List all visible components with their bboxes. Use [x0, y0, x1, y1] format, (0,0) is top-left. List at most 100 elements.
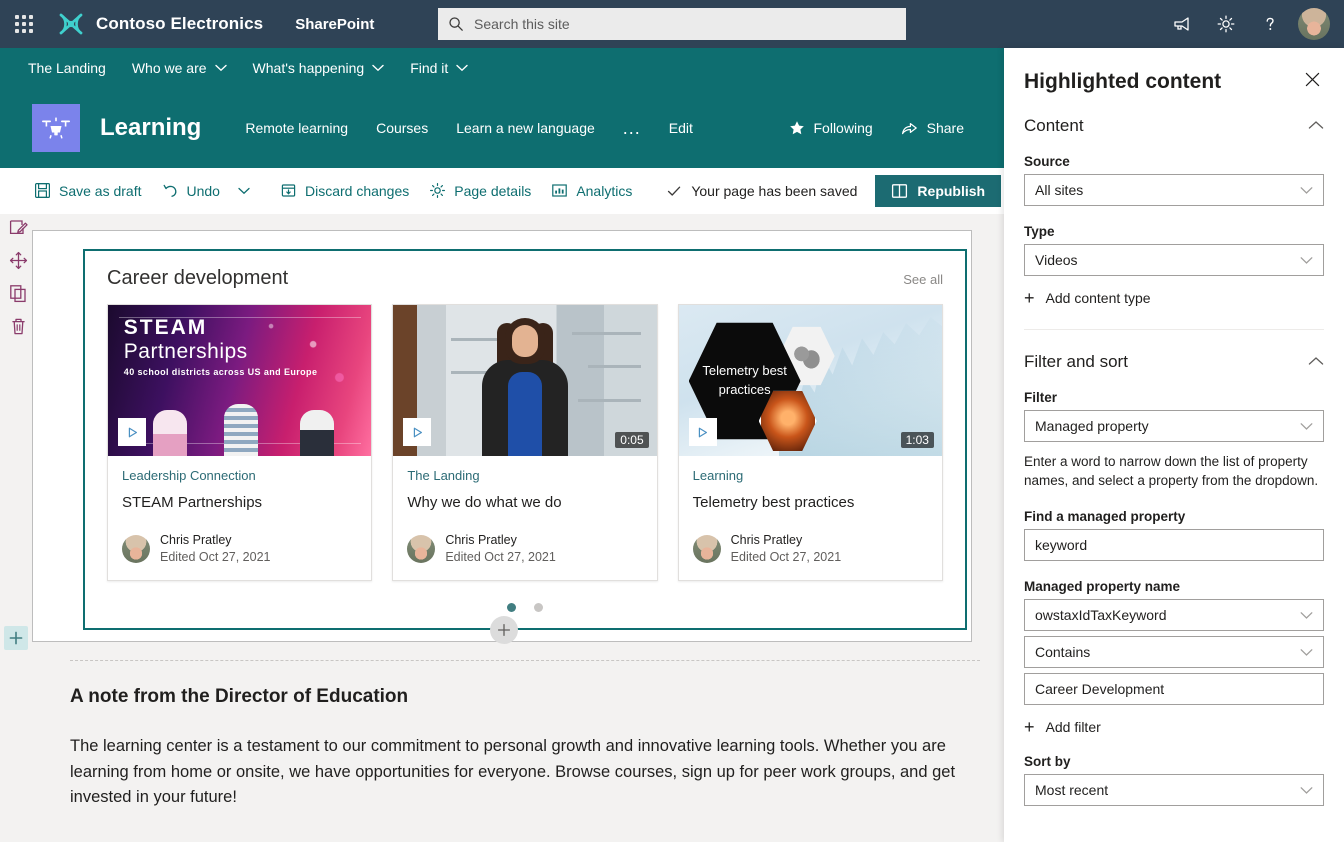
hubnav-item-find-it[interactable]: Find it [410, 60, 469, 76]
find-managed-property-input[interactable] [1035, 536, 1313, 553]
avatar[interactable] [1298, 8, 1330, 40]
card-title: Telemetry best practices [692, 494, 855, 511]
following-button[interactable]: Following [789, 120, 873, 136]
share-label: Share [926, 120, 964, 136]
site-logo-drone-icon[interactable] [32, 104, 80, 152]
card-thumbnail[interactable]: Telemetry best practices 1:03 [678, 305, 942, 456]
sitenav-item-remote-learning[interactable]: Remote learning [245, 120, 348, 136]
hubnav-item-whats-happening[interactable]: What's happening [253, 60, 385, 76]
card-footer: Chris Pratley Edited Oct 27, 2021 [393, 532, 656, 580]
source-dropdown[interactable]: All sites [1024, 174, 1324, 206]
chevron-up-icon[interactable] [1308, 353, 1324, 371]
type-dropdown[interactable]: Videos [1024, 244, 1324, 276]
duplicate-icon[interactable] [9, 284, 28, 303]
undo-label: Undo [186, 182, 220, 199]
gear-icon[interactable] [1204, 0, 1248, 48]
card-author: Chris Pratley [730, 533, 803, 547]
sitenav-item-learn-a-new-language[interactable]: Learn a new language [456, 120, 595, 136]
megaphone-icon[interactable] [1160, 0, 1204, 48]
chevron-down-icon [1300, 607, 1313, 623]
save-status: Your page has been saved [666, 183, 857, 199]
text-webpart-heading: A note from the Director of Education [70, 686, 409, 707]
help-icon[interactable] [1248, 0, 1292, 48]
undo-dropdown-chevron-icon[interactable] [232, 181, 256, 201]
add-section-button[interactable] [4, 626, 28, 650]
hubnav-label: What's happening [252, 60, 365, 76]
delete-icon[interactable] [9, 317, 28, 336]
move-icon[interactable] [9, 251, 28, 270]
filter-value-input[interactable] [1035, 680, 1313, 697]
sitenav-item-courses[interactable]: Courses [376, 120, 428, 136]
add-filter-button[interactable]: + Add filter [1024, 718, 1324, 736]
see-all-link[interactable]: See all [903, 272, 943, 287]
close-icon[interactable] [1301, 70, 1324, 89]
play-icon[interactable] [688, 418, 717, 446]
chevron-down-icon [372, 64, 384, 72]
text-webpart[interactable]: A note from the Director of Education Th… [70, 686, 970, 811]
sitenav-overflow-icon[interactable]: ... [623, 119, 641, 137]
pane-section-filter-and-sort[interactable]: Filter and sort [1024, 352, 1324, 372]
card-site-name[interactable]: The Landing [407, 468, 642, 483]
hubnav-label: The Landing [28, 60, 106, 76]
search-icon [448, 16, 464, 32]
command-bar: Save as draft Undo Discard changes Page … [0, 168, 1038, 214]
hubnav-item-the-landing[interactable]: The Landing [28, 60, 106, 76]
card-site-name[interactable]: Learning [693, 468, 928, 483]
filter-operator-dropdown[interactable]: Contains [1024, 635, 1324, 668]
pager-dot-2[interactable] [534, 602, 543, 612]
content-card[interactable]: 0:05 The Landing Why we do what we do Ch… [392, 304, 658, 581]
card-author: Chris Pratley [445, 533, 517, 547]
card-site-name[interactable]: Leadership Connection [122, 468, 357, 483]
card-body: The Landing Why we do what we do [393, 456, 656, 532]
page-details-label: Page details [454, 182, 532, 199]
sort-by-dropdown[interactable]: Most recent [1024, 773, 1324, 806]
search-input[interactable] [474, 16, 896, 32]
hub-navigation: The Landing Who we are What's happening … [0, 48, 1004, 88]
filter-value-field[interactable] [1024, 672, 1324, 705]
pane-section-content[interactable]: Content [1024, 116, 1324, 136]
page-title[interactable]: Learning [100, 114, 201, 142]
thumbnail-line2: Partnerships [123, 339, 248, 363]
suite-brand-name[interactable]: Contoso Electronics [96, 14, 263, 34]
managed-property-name-dropdown[interactable]: owstaxIdTaxKeyword [1024, 598, 1324, 631]
play-icon[interactable] [403, 418, 432, 446]
highlighted-content-webpart[interactable]: Career development See all STEAM Partner… [83, 249, 967, 630]
pager-dot-1[interactable] [507, 602, 516, 612]
play-icon[interactable] [118, 418, 146, 446]
content-card[interactable]: Telemetry best practices 1:03 Learning T… [677, 304, 943, 581]
analytics-button[interactable]: Analytics [543, 176, 640, 205]
sort-by-value: Most recent [1035, 781, 1109, 798]
card-footer: Chris Pratley Edited Oct 27, 2021 [679, 532, 942, 580]
managed-property-name-label: Managed property name [1024, 578, 1181, 594]
republish-button[interactable]: Republish [875, 174, 1002, 207]
undo-button[interactable]: Undo [154, 176, 228, 205]
save-as-draft-button[interactable]: Save as draft [26, 176, 150, 205]
content-card[interactable]: STEAM Partnerships 40 school districts a… [107, 304, 373, 581]
add-web-part-button[interactable] [490, 616, 518, 644]
add-content-type-button[interactable]: + Add content type [1024, 289, 1324, 307]
avatar [407, 534, 436, 563]
edit-section-icon[interactable] [9, 218, 28, 237]
filter-dropdown[interactable]: Managed property [1024, 410, 1324, 442]
add-content-type-label: Add content type [1045, 290, 1151, 306]
sitenav-edit-button[interactable]: Edit [669, 120, 693, 136]
section-divider [70, 660, 980, 661]
find-managed-property-field[interactable] [1024, 528, 1324, 561]
filter-operator-value: Contains [1035, 643, 1091, 660]
card-thumbnail[interactable]: 0:05 [393, 305, 657, 456]
app-launcher-icon[interactable] [0, 0, 48, 48]
hubnav-item-who-we-are[interactable]: Who we are [132, 60, 227, 76]
avatar [122, 534, 150, 563]
hubnav-label: Find it [410, 60, 449, 76]
search-box[interactable] [438, 8, 906, 40]
page-section[interactable]: Career development See all STEAM Partner… [32, 230, 972, 642]
page-details-button[interactable]: Page details [421, 176, 539, 205]
checkmark-icon [666, 183, 682, 199]
chevron-up-icon[interactable] [1308, 117, 1324, 135]
contoso-drone-logo-icon [54, 10, 88, 38]
share-button[interactable]: Share [901, 120, 964, 136]
suite-app-name[interactable]: SharePoint [295, 16, 374, 33]
discard-changes-button[interactable]: Discard changes [272, 176, 417, 205]
card-thumbnail[interactable]: STEAM Partnerships 40 school districts a… [108, 305, 372, 456]
chevron-down-icon [1300, 418, 1313, 434]
